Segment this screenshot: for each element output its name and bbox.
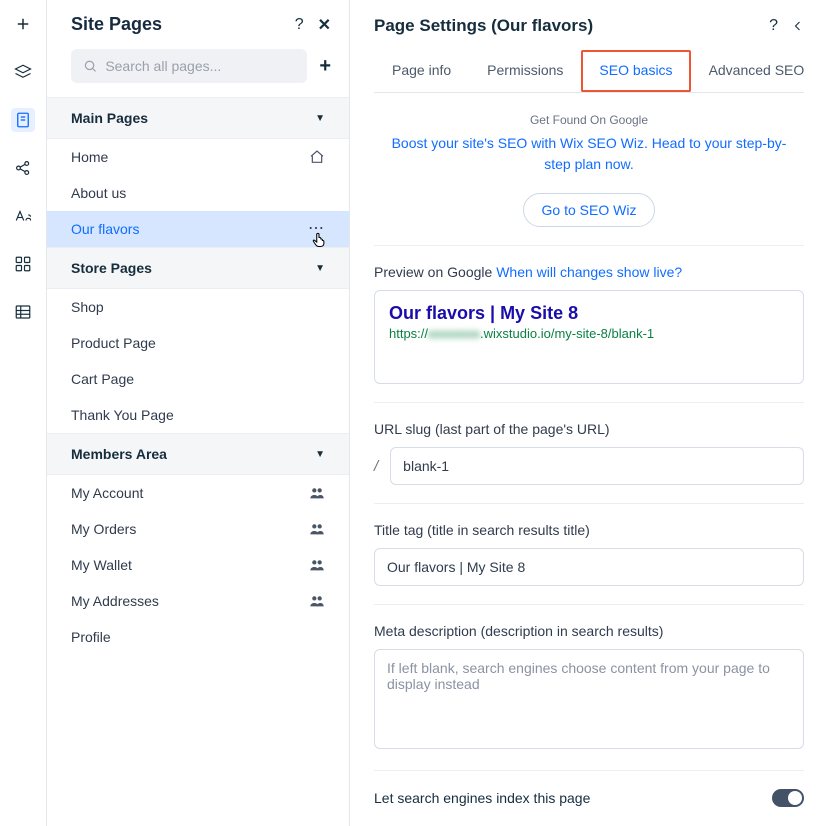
section-label: Main Pages bbox=[71, 110, 148, 126]
page-label: About us bbox=[71, 185, 126, 201]
gp-url-blur: xxxxxxxx bbox=[428, 326, 480, 341]
tab-permissions[interactable]: Permissions bbox=[469, 50, 581, 92]
page-item-product-page[interactable]: Product Page bbox=[47, 325, 349, 361]
page-label: My Orders bbox=[71, 521, 136, 537]
rail-font-icon[interactable] bbox=[11, 204, 35, 228]
page-settings-panel: Page Settings (Our flavors) ? Page info … bbox=[350, 0, 824, 826]
chevron-down-icon: ▼ bbox=[315, 449, 325, 460]
settings-tabs: Page info Permissions SEO basics Advance… bbox=[374, 50, 804, 93]
left-icon-rail bbox=[0, 0, 47, 826]
back-icon[interactable] bbox=[792, 19, 804, 33]
meta-description-label: Meta description (description in search … bbox=[374, 623, 804, 639]
google-preview-box: Our flavors | My Site 8 https://xxxxxxxx… bbox=[374, 290, 804, 384]
section-main-pages[interactable]: Main Pages ▼ bbox=[47, 97, 349, 139]
page-item-thank-you-page[interactable]: Thank You Page bbox=[47, 397, 349, 433]
section-label: Members Area bbox=[71, 446, 167, 462]
members-icon bbox=[309, 594, 325, 608]
cursor-hand-icon bbox=[310, 229, 328, 249]
page-label: My Account bbox=[71, 485, 143, 501]
members-icon bbox=[309, 486, 325, 500]
page-item-my-addresses[interactable]: My Addresses bbox=[47, 583, 349, 619]
settings-title: Page Settings (Our flavors) bbox=[374, 16, 593, 36]
page-label: My Addresses bbox=[71, 593, 159, 609]
page-item-cart-page[interactable]: Cart Page bbox=[47, 361, 349, 397]
page-item-about-us[interactable]: About us bbox=[47, 175, 349, 211]
members-icon bbox=[309, 522, 325, 536]
page-item-profile[interactable]: Profile bbox=[47, 619, 349, 655]
gp-url-suffix: .wixstudio.io/my-site-8/blank-1 bbox=[480, 326, 654, 341]
chevron-down-icon: ▼ bbox=[315, 113, 325, 124]
help-icon[interactable]: ? bbox=[295, 16, 304, 34]
home-icon bbox=[309, 149, 325, 165]
gp-url-prefix: https:// bbox=[389, 326, 428, 341]
more-icon[interactable]: ⋯ bbox=[308, 221, 325, 237]
rail-apps-icon[interactable] bbox=[11, 252, 35, 276]
section-label: Store Pages bbox=[71, 260, 152, 276]
rail-share-icon[interactable] bbox=[11, 156, 35, 180]
tab-advanced-seo[interactable]: Advanced SEO bbox=[691, 50, 823, 92]
url-slug-label: URL slug (last part of the page's URL) bbox=[374, 421, 804, 437]
page-item-shop[interactable]: Shop bbox=[47, 289, 349, 325]
search-icon bbox=[83, 58, 97, 74]
rail-table-icon[interactable] bbox=[11, 300, 35, 324]
go-to-seo-wiz-button[interactable]: Go to SEO Wiz bbox=[523, 193, 656, 227]
chevron-down-icon: ▼ bbox=[315, 263, 325, 274]
add-page-button[interactable]: + bbox=[319, 55, 331, 78]
page-label: Cart Page bbox=[71, 371, 134, 387]
page-item-our-flavors[interactable]: Our flavors ⋯ bbox=[47, 211, 349, 247]
page-label: Home bbox=[71, 149, 108, 165]
help-icon[interactable]: ? bbox=[769, 17, 778, 35]
rail-page-icon[interactable] bbox=[11, 108, 35, 132]
search-input[interactable] bbox=[105, 58, 295, 74]
section-store-pages[interactable]: Store Pages ▼ bbox=[47, 247, 349, 289]
page-item-my-wallet[interactable]: My Wallet bbox=[47, 547, 349, 583]
rail-layers-icon[interactable] bbox=[11, 60, 35, 84]
page-label: Thank You Page bbox=[71, 407, 174, 423]
search-input-wrapper[interactable] bbox=[71, 49, 307, 83]
page-label: Profile bbox=[71, 629, 111, 645]
tab-seo-basics[interactable]: SEO basics bbox=[581, 50, 690, 92]
page-item-my-account[interactable]: My Account bbox=[47, 475, 349, 511]
google-preview-title: Our flavors | My Site 8 bbox=[389, 303, 789, 324]
site-pages-title: Site Pages bbox=[71, 14, 162, 35]
page-label: Our flavors bbox=[71, 221, 139, 237]
preview-changes-link[interactable]: When will changes show live? bbox=[496, 264, 682, 280]
page-label: Shop bbox=[71, 299, 104, 315]
rail-add-icon[interactable] bbox=[11, 12, 35, 36]
index-toggle[interactable] bbox=[772, 789, 804, 807]
google-preview-label: Preview on Google When will changes show… bbox=[374, 264, 804, 280]
toggle-knob bbox=[788, 791, 802, 805]
page-label: Product Page bbox=[71, 335, 156, 351]
tab-page-info[interactable]: Page info bbox=[374, 50, 469, 92]
close-icon[interactable]: ✕ bbox=[318, 15, 331, 35]
page-item-my-orders[interactable]: My Orders bbox=[47, 511, 349, 547]
url-slug-input[interactable] bbox=[390, 447, 804, 485]
preview-label-text: Preview on Google bbox=[374, 264, 492, 280]
slug-slash: / bbox=[374, 458, 378, 475]
section-members-area[interactable]: Members Area ▼ bbox=[47, 433, 349, 475]
title-tag-input[interactable] bbox=[374, 548, 804, 586]
page-label: My Wallet bbox=[71, 557, 132, 573]
page-item-home[interactable]: Home bbox=[47, 139, 349, 175]
title-tag-label: Title tag (title in search results title… bbox=[374, 522, 804, 538]
members-icon bbox=[309, 558, 325, 572]
seo-found-label: Get Found On Google bbox=[384, 113, 794, 127]
meta-description-input[interactable] bbox=[374, 649, 804, 749]
index-toggle-label: Let search engines index this page bbox=[374, 790, 590, 806]
seo-lead-text: Boost your site's SEO with Wix SEO Wiz. … bbox=[384, 133, 794, 175]
google-preview-url: https://xxxxxxxx.wixstudio.io/my-site-8/… bbox=[389, 326, 789, 341]
site-pages-panel: Site Pages ? ✕ + Main Pages ▼ Home Abou bbox=[47, 0, 350, 826]
